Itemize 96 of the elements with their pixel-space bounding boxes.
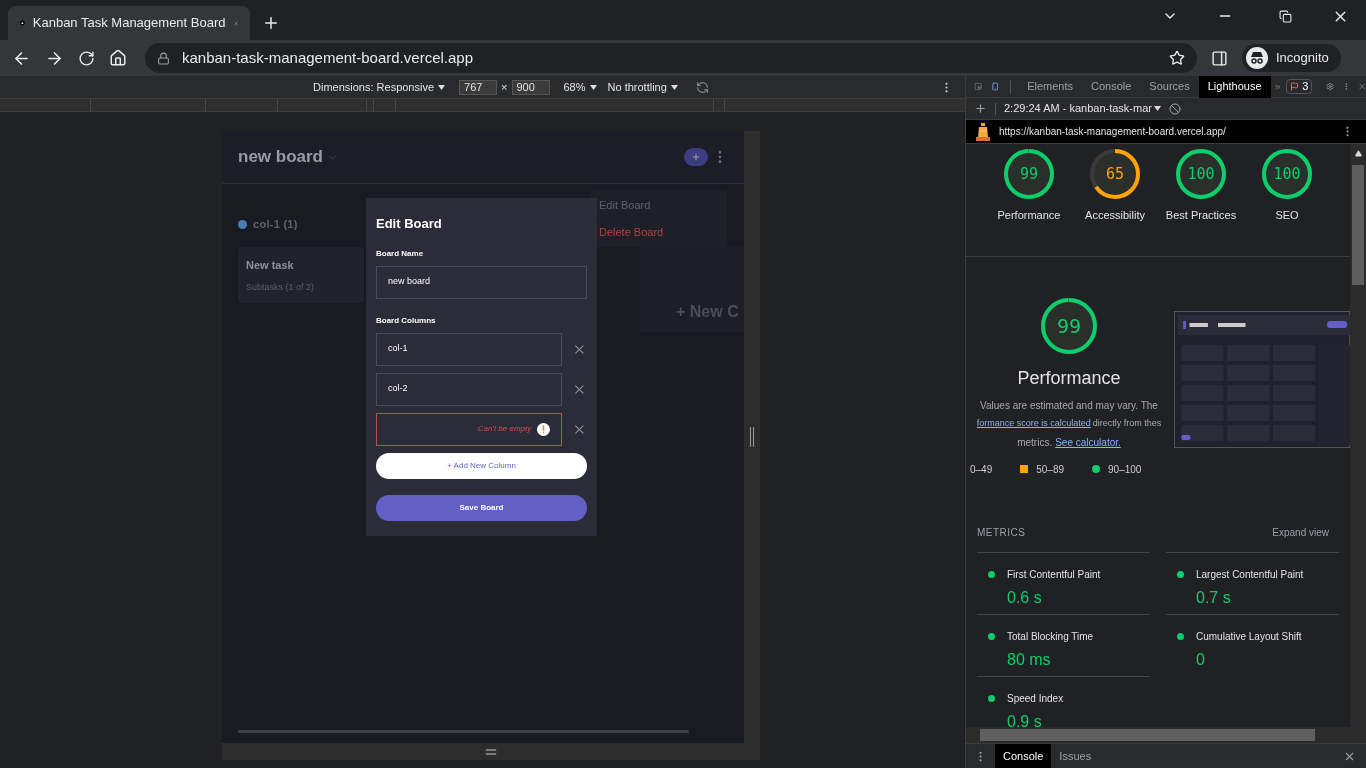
category-label: SEO [1275, 208, 1299, 223]
issues-badge[interactable]: 3 [1286, 79, 1313, 94]
score-note: directly from thes [1092, 417, 1162, 430]
side-panel-icon[interactable] [1211, 49, 1228, 67]
field-value: col-1 [388, 342, 408, 356]
bookmark-star-icon[interactable] [1169, 50, 1185, 66]
flag-icon [1290, 82, 1300, 91]
expand-view-link[interactable]: Expand view [1272, 524, 1329, 540]
column-heading: col-1 (1) [253, 217, 298, 232]
drawer-tab[interactable]: Issues [1051, 744, 1100, 768]
legend-label: 0–49 [970, 462, 993, 477]
task-title: New task [246, 257, 295, 273]
address-bar[interactable]: kanban-task-management-board.vercel.app [145, 43, 1197, 73]
vertical-scrollbar[interactable] [1350, 144, 1366, 727]
horizontal-scrollbar[interactable] [966, 727, 1366, 743]
category-label: Best Practices [1165, 208, 1237, 223]
metrics-heading: METRICS [977, 525, 1026, 540]
lock-icon [157, 51, 170, 65]
caret-icon [438, 84, 446, 90]
modal-title: Edit Board [376, 215, 443, 233]
metric-name: Cumulative Layout Shift [1196, 629, 1302, 644]
width-field[interactable]: 767 [459, 79, 498, 95]
dimensions-dropdown[interactable]: Dimensions: Responsive [313, 78, 435, 96]
score-value: 99 [1019, 163, 1039, 185]
caret-icon [589, 84, 597, 90]
rotate-icon[interactable] [695, 80, 709, 94]
field-value: col-2 [388, 382, 408, 396]
bottom-resize-handle[interactable] [222, 743, 760, 760]
home-icon[interactable] [109, 49, 127, 67]
reload-icon[interactable] [78, 49, 95, 67]
category-label: Performance [997, 208, 1061, 223]
score-value: 100 [1273, 163, 1301, 185]
metric-value: 0.7 s [1196, 587, 1232, 608]
issues-count: 3 [1302, 79, 1309, 95]
save-board-button[interactable]: Save Board [376, 494, 587, 521]
metric-name: Largest Contentful Paint [1196, 567, 1304, 582]
field-label: Board Name [376, 247, 425, 260]
profile-chip[interactable]: Incognito [1242, 44, 1341, 72]
drawer-tab[interactable]: Console [995, 744, 1052, 768]
profile-label: Incognito [1276, 49, 1329, 68]
metric-name: Total Blocking Time [1007, 629, 1094, 644]
score-note: Values are estimated and may vary. The [980, 399, 1158, 413]
lighthouse-logo-icon [976, 122, 990, 141]
new-report-icon[interactable] [974, 102, 987, 115]
devtools-tab[interactable]: Console [1082, 75, 1141, 98]
performance-heading: Performance [1017, 367, 1121, 390]
metric-value: 0.6 s [1007, 587, 1043, 608]
plus-icon [691, 152, 701, 162]
settings-icon[interactable] [1326, 80, 1335, 93]
score-value: 99 [1056, 313, 1082, 340]
height-field[interactable]: 900 [511, 79, 550, 95]
board-name-field[interactable]: new board [376, 265, 587, 299]
category-label: Accessibility [1085, 208, 1145, 223]
devtools-tab[interactable]: Sources [1140, 75, 1199, 98]
field-label: Board Columns [376, 314, 437, 327]
metric-value: 80 ms [1007, 649, 1052, 670]
field-value: new board [388, 275, 431, 289]
score-note: metrics. [1017, 435, 1053, 450]
times-sign: × [501, 79, 508, 95]
scrollbar-thumb[interactable] [1352, 165, 1364, 285]
browser-tab[interactable]: Kanban Task Management Board [8, 6, 250, 40]
board-title: new board [238, 146, 323, 169]
caret-icon [1153, 106, 1161, 111]
new-tab-icon[interactable] [262, 14, 280, 32]
devtools-tab[interactable]: Lighthouse [1198, 75, 1271, 98]
clear-icon[interactable] [1168, 102, 1181, 115]
score-value: 100 [1187, 163, 1215, 185]
add-column-button[interactable]: + Add New Column [376, 452, 587, 479]
column-name-field[interactable]: col-1 [376, 332, 563, 366]
tab-title: Kanban Task Management Board [32, 14, 226, 33]
metric-name: Speed Index [1007, 691, 1064, 706]
horizontal-scrollbar[interactable] [238, 730, 689, 733]
column-name-field[interactable]: col-2 [376, 372, 563, 406]
warning-icon [537, 422, 551, 436]
metric-name: First Contentful Paint [1007, 567, 1101, 582]
throttling-dropdown[interactable]: No throttling [607, 78, 667, 96]
metric-value: 0 [1196, 649, 1206, 670]
resize-handle[interactable] [744, 131, 760, 743]
device-mode-icon[interactable] [991, 80, 1000, 93]
inspect-icon[interactable] [974, 80, 983, 93]
calculator-link[interactable]: See calculator. [1055, 434, 1121, 450]
scrollbar-thumb[interactable] [980, 729, 1315, 741]
scroll-up-icon[interactable] [1354, 150, 1362, 157]
devtools-tab[interactable]: Elements [1018, 75, 1082, 98]
url-text: kanban-task-management-board.vercel.app [182, 47, 474, 68]
legend-label: 90–100 [1108, 462, 1142, 477]
incognito-icon [1246, 47, 1268, 69]
add-task-button[interactable] [684, 148, 708, 166]
metric-value: 0.9 s [1007, 711, 1043, 727]
error-message: Can't be empty [477, 423, 532, 435]
calculation-link[interactable]: formance score is calculated [976, 417, 1091, 431]
legend-label: 50–89 [1036, 462, 1065, 477]
caret-icon [670, 84, 678, 90]
zoom-dropdown[interactable]: 68% [563, 78, 586, 96]
score-value: 65 [1105, 163, 1125, 185]
restore-icon[interactable] [1279, 9, 1292, 23]
